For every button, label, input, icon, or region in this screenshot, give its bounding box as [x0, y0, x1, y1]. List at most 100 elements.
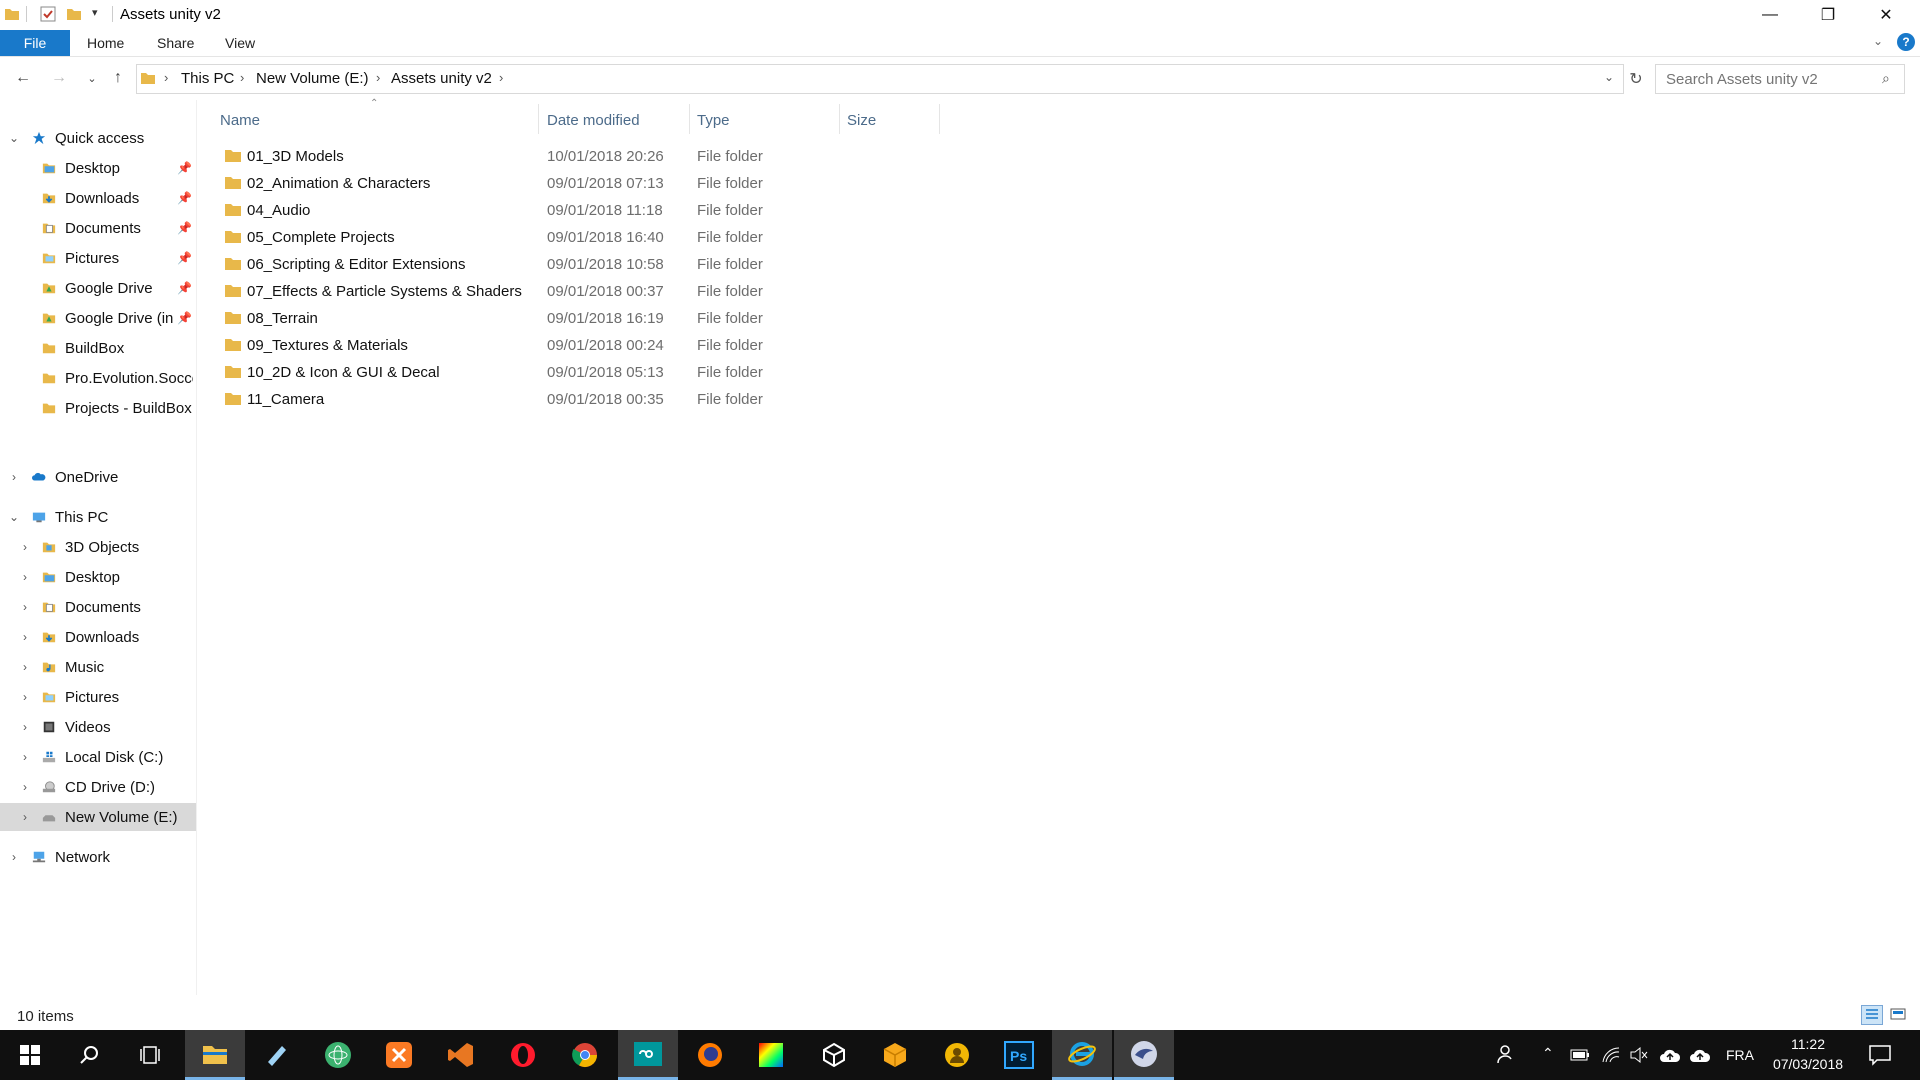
chevron-right-icon[interactable]: ›: [7, 470, 21, 484]
input-language[interactable]: FRA: [1726, 1047, 1754, 1063]
forward-arrow-icon[interactable]: →: [47, 66, 71, 90]
column-header-name[interactable]: Name: [220, 108, 538, 132]
column-divider[interactable]: [689, 104, 690, 134]
new-folder-icon[interactable]: [66, 6, 82, 22]
nav-pc-local-disk[interactable]: › Local Disk (C:): [0, 743, 196, 771]
chevron-right-icon[interactable]: ›: [7, 850, 21, 864]
file-row[interactable]: 07_Effects & Particle Systems & Shaders …: [220, 278, 940, 305]
chevron-right-icon[interactable]: ›: [164, 70, 168, 85]
people-icon[interactable]: [1495, 1043, 1517, 1069]
nav-network[interactable]: › Network: [0, 843, 196, 871]
nav-quick-access[interactable]: ⌄ Quick access: [0, 124, 196, 152]
file-row[interactable]: 11_Camera 09/01/2018 00:35 File folder: [220, 386, 940, 413]
file-row[interactable]: 04_Audio 09/01/2018 11:18 File folder: [220, 197, 940, 224]
breadcrumb-new-volume[interactable]: New Volume (E:): [256, 70, 369, 87]
file-row[interactable]: 08_Terrain 09/01/2018 16:19 File folder: [220, 305, 940, 332]
taskbar-app-2[interactable]: [249, 1030, 305, 1080]
nav-quick-google-drive[interactable]: Google Drive 📌: [0, 274, 196, 302]
properties-icon[interactable]: [40, 6, 56, 22]
pin-icon[interactable]: 📌: [177, 281, 192, 295]
search-input[interactable]: [1664, 70, 1878, 89]
close-button[interactable]: ✕: [1857, 0, 1915, 30]
pin-icon[interactable]: 📌: [177, 221, 192, 235]
chevron-right-icon[interactable]: ›: [18, 660, 32, 674]
chevron-right-icon[interactable]: ›: [18, 750, 32, 764]
search-taskbar-button[interactable]: [62, 1030, 118, 1080]
file-row[interactable]: 10_2D & Icon & GUI & Decal 09/01/2018 05…: [220, 359, 940, 386]
expand-ribbon-icon[interactable]: ⌄: [1873, 34, 1883, 48]
search-icon[interactable]: ⌕: [1882, 70, 1890, 87]
taskbar-app-15[interactable]: [1052, 1030, 1112, 1080]
column-header-size[interactable]: Size: [847, 108, 937, 132]
chevron-down-icon[interactable]: ⌄: [7, 131, 21, 145]
taskbar-app-4[interactable]: [371, 1030, 427, 1080]
file-row[interactable]: 01_3D Models 10/01/2018 20:26 File folde…: [220, 143, 940, 170]
customize-quick-access-icon[interactable]: ▾: [92, 6, 98, 19]
column-divider[interactable]: [839, 104, 840, 134]
nav-onedrive[interactable]: › OneDrive: [0, 463, 196, 491]
nav-quick-downloads[interactable]: Downloads 📌: [0, 184, 196, 212]
chevron-right-icon[interactable]: ›: [18, 570, 32, 584]
chevron-right-icon[interactable]: ›: [18, 720, 32, 734]
tab-file[interactable]: File: [0, 30, 70, 56]
help-icon[interactable]: ?: [1897, 33, 1915, 51]
taskbar-app-13[interactable]: [929, 1030, 985, 1080]
start-button[interactable]: [2, 1030, 58, 1080]
large-icons-view-icon[interactable]: [1888, 1005, 1910, 1025]
nav-pc-cd-drive[interactable]: › CD Drive (D:): [0, 773, 196, 801]
address-dropdown-icon[interactable]: ⌄: [1604, 70, 1614, 84]
column-divider[interactable]: [939, 104, 940, 134]
pin-icon[interactable]: 📌: [177, 251, 192, 265]
cloud-upload-icon[interactable]: [1659, 1047, 1681, 1067]
minimize-button[interactable]: —: [1741, 0, 1799, 30]
nav-this-pc[interactable]: ⌄ This PC: [0, 503, 196, 531]
volume-muted-icon[interactable]: [1629, 1046, 1649, 1068]
nav-pc-desktop[interactable]: › Desktop: [0, 563, 196, 591]
breadcrumb-assets-unity[interactable]: Assets unity v2: [391, 70, 492, 87]
chevron-right-icon[interactable]: ›: [18, 690, 32, 704]
chevron-right-icon[interactable]: ›: [499, 70, 503, 85]
pin-icon[interactable]: 📌: [177, 191, 192, 205]
chevron-right-icon[interactable]: ›: [18, 540, 32, 554]
file-row[interactable]: 02_Animation & Characters 09/01/2018 07:…: [220, 170, 940, 197]
taskbar-app-8[interactable]: [618, 1030, 678, 1080]
nav-pc-downloads[interactable]: › Downloads: [0, 623, 196, 651]
nav-quick-documents[interactable]: Documents 📌: [0, 214, 196, 242]
up-arrow-icon[interactable]: ↑: [106, 66, 130, 90]
nav-pc-documents[interactable]: › Documents: [0, 593, 196, 621]
nav-quick-desktop[interactable]: Desktop 📌: [0, 154, 196, 182]
wifi-icon[interactable]: [1601, 1046, 1621, 1068]
clock[interactable]: 11:22 07/03/2018: [1768, 1034, 1848, 1074]
file-row[interactable]: 05_Complete Projects 09/01/2018 16:40 Fi…: [220, 224, 940, 251]
show-hidden-icons-icon[interactable]: ⌃: [1542, 1045, 1554, 1062]
nav-quick-pro-evolution[interactable]: Pro.Evolution.Socce: [0, 364, 196, 392]
nav-pc-pictures[interactable]: › Pictures: [0, 683, 196, 711]
task-view-button[interactable]: [122, 1030, 178, 1080]
pin-icon[interactable]: 📌: [177, 161, 192, 175]
column-header-date-modified[interactable]: Date modified: [547, 108, 687, 132]
taskbar-app-16[interactable]: [1114, 1030, 1174, 1080]
taskbar-app-7[interactable]: [557, 1030, 613, 1080]
column-header-type[interactable]: Type: [697, 108, 837, 132]
restore-button[interactable]: ❐: [1799, 0, 1857, 30]
tab-home[interactable]: Home: [87, 30, 124, 56]
breadcrumb-this-pc[interactable]: This PC: [181, 70, 234, 87]
taskbar-app-9[interactable]: [682, 1030, 738, 1080]
taskbar-app-6[interactable]: [495, 1030, 551, 1080]
chevron-right-icon[interactable]: ›: [240, 70, 244, 85]
tab-view[interactable]: View: [225, 30, 255, 56]
battery-icon[interactable]: [1570, 1048, 1590, 1066]
file-row[interactable]: 06_Scripting & Editor Extensions 09/01/2…: [220, 251, 940, 278]
taskbar-app-3[interactable]: [310, 1030, 366, 1080]
back-arrow-icon[interactable]: ←: [11, 66, 35, 90]
taskbar-app-14[interactable]: Ps: [991, 1030, 1047, 1080]
chevron-right-icon[interactable]: ›: [18, 600, 32, 614]
nav-pc-new-volume[interactable]: › New Volume (E:): [0, 803, 196, 831]
nav-quick-pictures[interactable]: Pictures 📌: [0, 244, 196, 272]
recent-locations-icon[interactable]: ⌄: [80, 66, 104, 90]
chevron-right-icon[interactable]: ›: [18, 810, 32, 824]
chevron-right-icon[interactable]: ›: [18, 630, 32, 644]
file-row[interactable]: 09_Textures & Materials 09/01/2018 00:24…: [220, 332, 940, 359]
nav-pc-3d-objects[interactable]: › 3D Objects: [0, 533, 196, 561]
nav-quick-projects-buildbox[interactable]: Projects - BuildBox: [0, 394, 196, 422]
